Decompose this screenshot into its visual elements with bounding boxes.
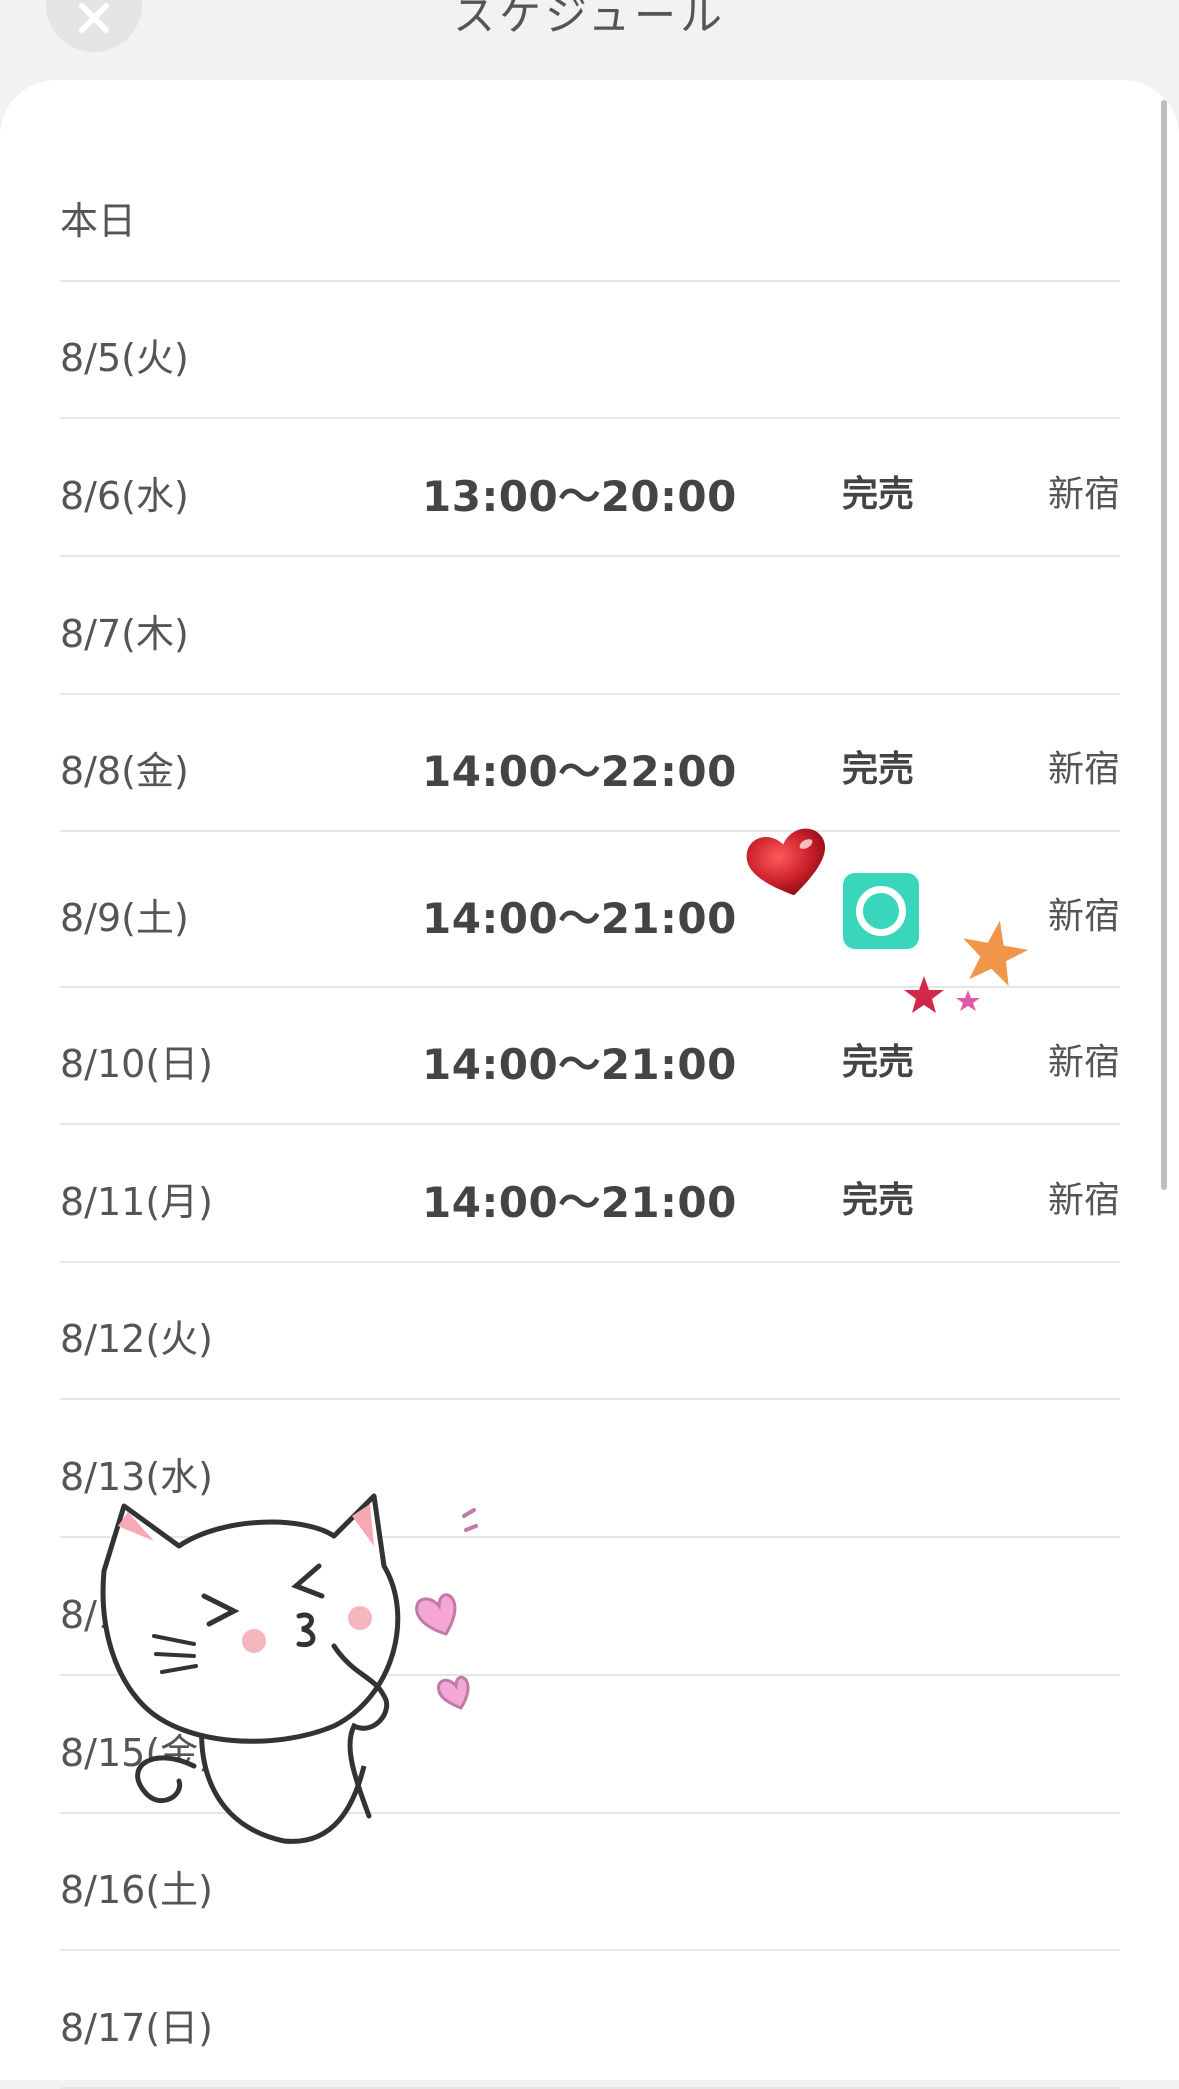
schedule-place: 新宿 (1047, 474, 1120, 515)
schedule-date: 8/12(火) (60, 1317, 213, 1361)
schedule-place: 新宿 (1047, 749, 1120, 790)
scrollbar[interactable] (1161, 100, 1167, 1190)
page-title: スケジュール (452, 0, 727, 40)
cat-sticker (100, 1493, 478, 1844)
schedule-date: 8/10(日) (60, 1042, 213, 1086)
schedule-place: 新宿 (1047, 896, 1120, 937)
header: スケジュール (0, 0, 1179, 80)
schedule-row: 8/5(火) (60, 285, 1120, 419)
schedule-time: 14:00〜21:00 (422, 1040, 737, 1089)
schedule-row: 8/12(火) (60, 1266, 1120, 1400)
sold-out-label: 完売 (842, 1180, 915, 1221)
heart-sticker (746, 828, 825, 896)
schedule-date: 8/7(木) (60, 612, 189, 656)
schedule-place: 新宿 (1047, 1042, 1120, 1083)
stars-sticker (904, 920, 1029, 1013)
schedule-place: 新宿 (1047, 1180, 1120, 1221)
schedule-row[interactable]: 8/8(金) 14:00〜22:00 完売 新宿 (60, 698, 1120, 832)
schedule-row: 8/17(日) (60, 1955, 1120, 2089)
schedule-row: 8/7(木) (60, 561, 1120, 695)
schedule-row: 本日 (60, 148, 1120, 282)
schedule-date: 本日 (60, 199, 137, 243)
schedule-date: 8/6(水) (60, 474, 189, 518)
sold-out-label: 完売 (842, 474, 915, 515)
schedule-date: 8/16(土) (60, 1868, 213, 1912)
schedule-time: 13:00〜20:00 (422, 472, 737, 521)
schedule-date: 8/11(月) (60, 1180, 213, 1224)
schedule-row[interactable]: 8/11(月) 14:00〜21:00 完売 新宿 (60, 1129, 1120, 1263)
schedule-date: 8/5(火) (60, 336, 189, 380)
schedule-time: 14:00〜22:00 (422, 747, 737, 796)
sold-out-label: 完売 (842, 1042, 915, 1083)
schedule-date: 8/9(土) (60, 896, 189, 940)
schedule-date: 8/17(日) (60, 2006, 213, 2050)
schedule-row[interactable]: 8/6(水) 13:00〜20:00 完売 新宿 (60, 423, 1120, 557)
schedule-time: 14:00〜21:00 (422, 894, 737, 943)
schedule-date: 8/8(金) (60, 749, 189, 793)
schedule-time: 14:00〜21:00 (422, 1178, 737, 1227)
sold-out-label: 完売 (842, 749, 915, 790)
